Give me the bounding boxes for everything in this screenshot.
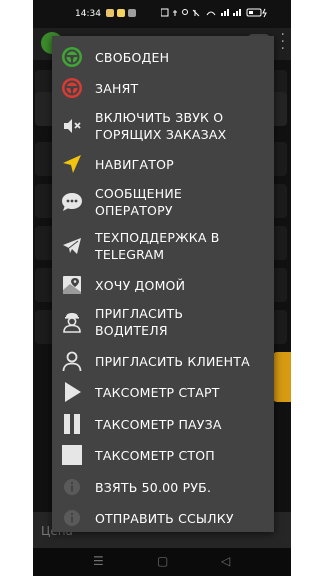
telegram-icon <box>60 234 84 258</box>
home-icon[interactable]: ▢ <box>157 554 168 568</box>
menu-item-label: ТАКСОМЕТР СТАРТ <box>95 385 220 400</box>
menu-item-invite-client[interactable]: ПРИГЛАСИТЬ КЛИЕНТА <box>52 349 274 373</box>
popup-menu: СВОБОДЕН ЗАНЯТ ВКЛЮЧИТЬ ЗВУК О ГОРЯЩИХ З… <box>52 36 274 532</box>
menu-item-label: ВЗЯТЬ 50.00 РУБ. <box>95 480 212 495</box>
info-dot-icon <box>60 475 84 499</box>
menu-item-taximeter-stop[interactable]: ТАКСОМЕТР СТОП <box>52 443 274 467</box>
pause-icon <box>60 412 84 436</box>
menu-item-label: ВКЛЮЧИТЬ ЗВУК О <box>95 110 224 125</box>
info-dot-icon <box>60 506 84 530</box>
stop-icon <box>60 443 84 467</box>
notification-icon <box>117 9 125 17</box>
menu-item-taximeter-start[interactable]: ТАКСОМЕТР СТАРТ <box>52 380 274 404</box>
menu-item-label: ТЕХПОДДЕРЖКА В <box>95 230 220 245</box>
menu-item-busy[interactable]: ЗАНЯТ <box>52 76 274 100</box>
status-time: 14:34 <box>75 9 101 19</box>
menu-item-send-link[interactable]: ОТПРАВИТЬ ССЫЛКУ <box>52 506 274 530</box>
back-icon[interactable]: ◁ <box>221 554 230 568</box>
menu-item-telegram-support[interactable]: ТЕХПОДДЕРЖКА В TELEGRAM <box>52 228 274 264</box>
menu-item-label: ТАКСОМЕТР СТОП <box>95 448 215 463</box>
driver-icon <box>60 310 84 334</box>
signal-wifi-battery-icons <box>160 8 267 18</box>
recents-icon[interactable]: ☰ <box>93 554 104 568</box>
notification-icon <box>128 9 136 17</box>
notification-icon <box>106 9 114 17</box>
menu-item-taximeter-pause[interactable]: ТАКСОМЕТР ПАУЗА <box>52 412 274 436</box>
menu-item-label: СООБЩЕНИЕ <box>95 186 182 201</box>
menu-item-hot-orders-sound[interactable]: ВКЛЮЧИТЬ ЗВУК О ГОРЯЩИХ ЗАКАЗАХ <box>52 108 274 144</box>
order-accent <box>273 352 291 402</box>
system-nav-bar: ☰ ▢ ◁ <box>33 548 291 576</box>
menu-item-label: ОПЕРАТОРУ <box>95 203 173 218</box>
play-icon <box>60 380 84 404</box>
status-bar: 14:34 <box>33 0 291 28</box>
sound-muted-icon <box>60 114 84 138</box>
menu-item-label: TELEGRAM <box>95 247 165 262</box>
menu-item-label: ГОРЯЩИХ ЗАКАЗАХ <box>95 127 227 142</box>
menu-item-go-home[interactable]: ХОЧУ ДОМОЙ <box>52 273 274 297</box>
menu-item-label: ЗАНЯТ <box>95 81 139 96</box>
menu-item-label: НАВИГАТОР <box>95 157 174 172</box>
menu-item-label: ОТПРАВИТЬ ССЫЛКУ <box>95 511 234 526</box>
system-icons <box>160 8 271 20</box>
menu-item-label: ТАКСОМЕТР ПАУЗА <box>95 417 222 432</box>
menu-item-invite-driver[interactable]: ПРИГЛАСИТЬ ВОДИТЕЛЯ <box>52 304 274 340</box>
navigation-arrow-icon <box>60 152 84 176</box>
menu-item-navigator[interactable]: НАВИГАТОР <box>52 152 274 176</box>
menu-item-label: ВОДИТЕЛЯ <box>95 323 168 338</box>
menu-item-label: ХОЧУ ДОМОЙ <box>95 278 186 293</box>
more-menu-icon[interactable]: · · · <box>281 28 285 56</box>
map-pin-icon <box>60 273 84 297</box>
menu-item-label: ПРИГЛАСИТЬ КЛИЕНТА <box>95 354 250 369</box>
steering-wheel-red-icon <box>60 76 84 100</box>
person-icon <box>60 349 84 373</box>
chat-bubble-icon <box>60 190 84 214</box>
menu-item-free[interactable]: СВОБОДЕН <box>52 45 274 69</box>
menu-item-label: ПРИГЛАСИТЬ <box>95 306 184 321</box>
menu-item-label: СВОБОДЕН <box>95 50 170 65</box>
steering-wheel-green-icon <box>60 45 84 69</box>
menu-item-message-operator[interactable]: СООБЩЕНИЕ ОПЕРАТОРУ <box>52 184 274 220</box>
menu-item-take-payment[interactable]: ВЗЯТЬ 50.00 РУБ. <box>52 475 274 499</box>
